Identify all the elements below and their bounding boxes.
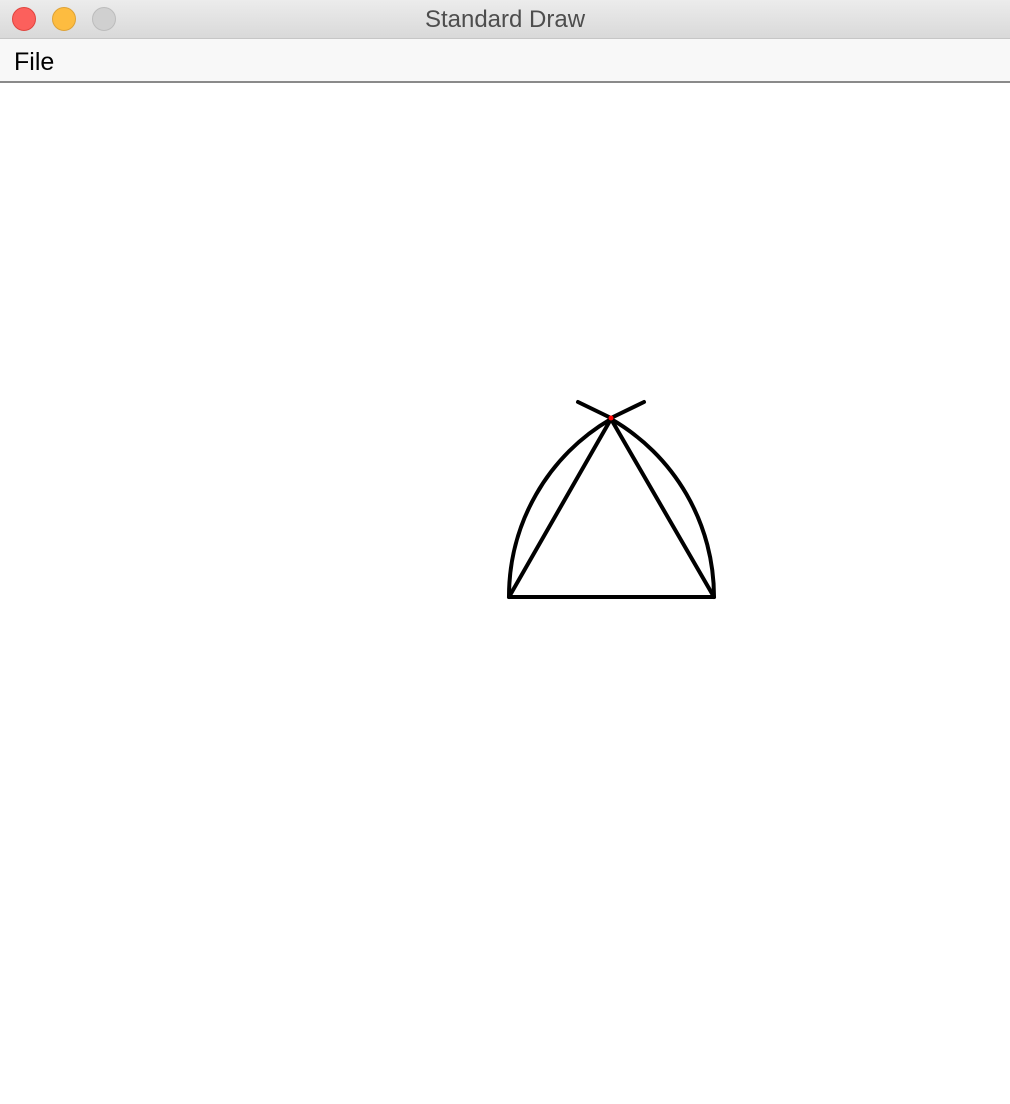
apex-tick-right — [609, 400, 646, 420]
triangle-left-side — [507, 417, 613, 599]
apex-point — [608, 415, 614, 421]
title-bar[interactable]: Standard Draw — [0, 0, 1010, 39]
menu-bar: File — [0, 39, 1010, 83]
drawing-canvas[interactable] — [0, 83, 1010, 1104]
standard-draw-window: Standard Draw File — [0, 0, 1010, 1104]
triangle-right-side — [609, 417, 716, 599]
apex-tick-left — [576, 400, 613, 420]
menu-file[interactable]: File — [14, 39, 54, 81]
window-title: Standard Draw — [424, 6, 586, 33]
drawing-svg — [506, 400, 717, 599]
